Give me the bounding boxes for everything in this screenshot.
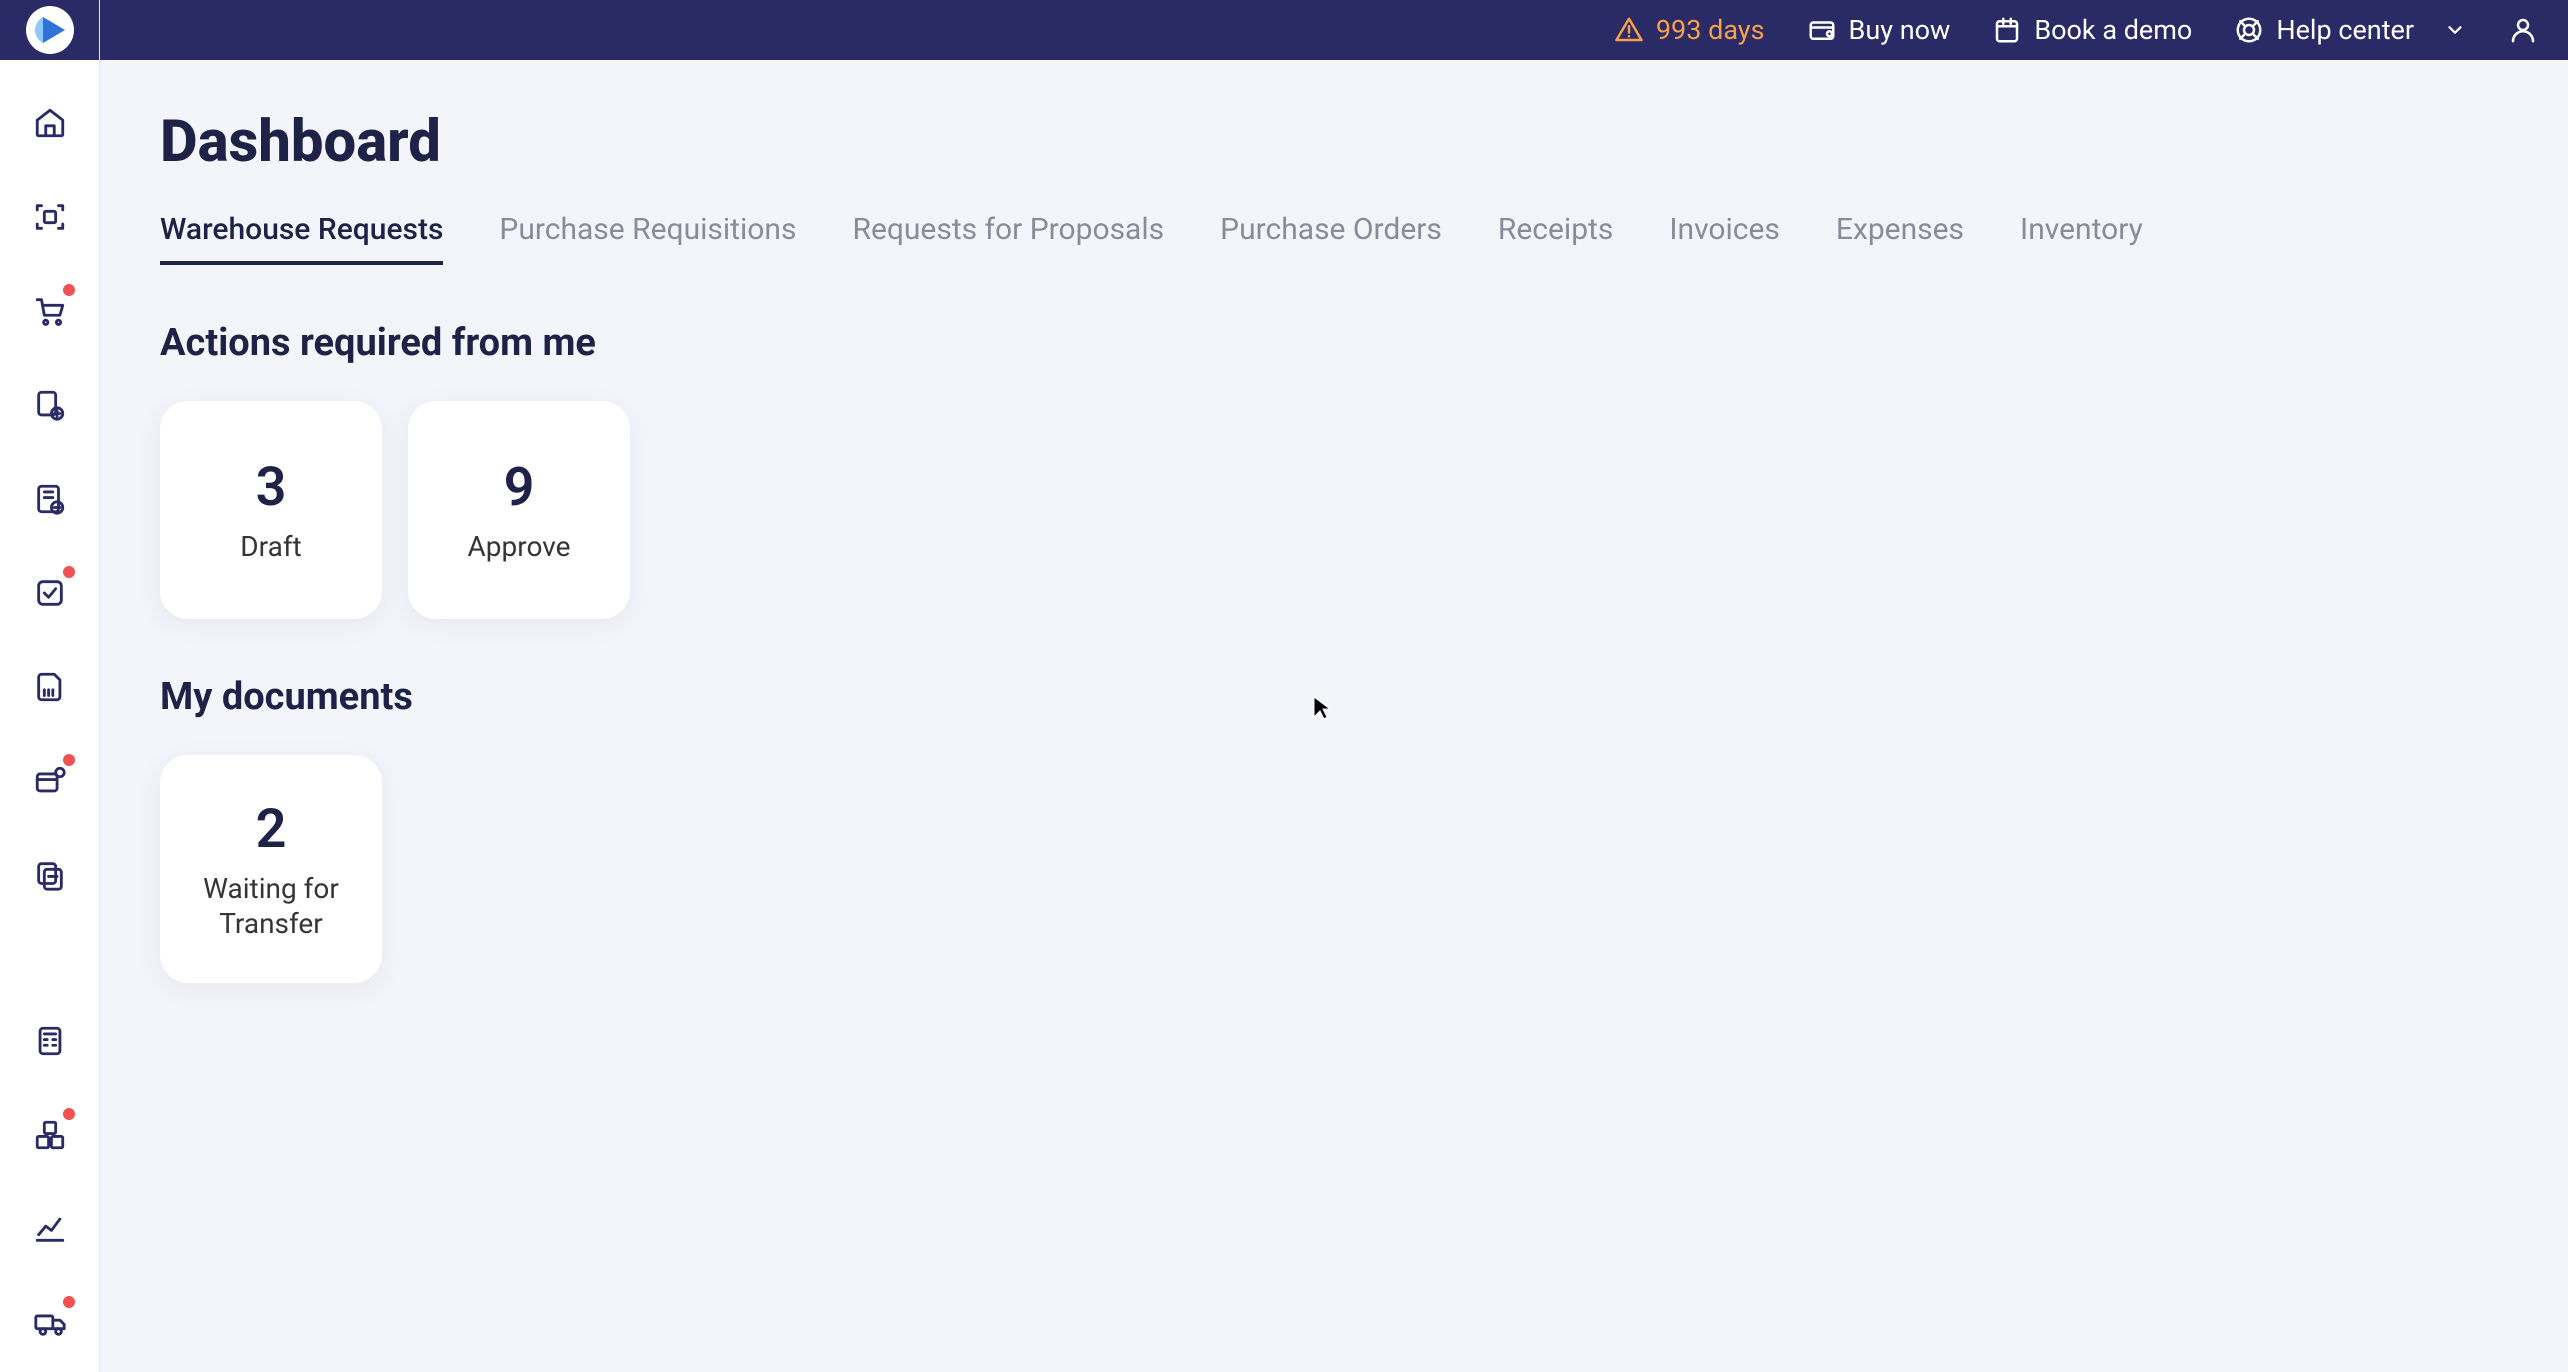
help-center-label: Help center — [2276, 14, 2414, 46]
sidebar-item-scan[interactable] — [27, 194, 73, 240]
user-icon — [2508, 15, 2538, 45]
sidebar-item-barcode-doc[interactable] — [27, 476, 73, 522]
main-content: Dashboard Warehouse Requests Purchase Re… — [100, 60, 2568, 1372]
tab-receipts[interactable]: Receipts — [1498, 212, 1613, 265]
card-label: Waiting for Transfer — [178, 871, 364, 941]
top-header: 993 days Buy now Book a demo Help center — [0, 0, 2568, 60]
action-cards: 3 Draft 9 Approve — [160, 401, 2508, 619]
notification-dot — [63, 1108, 75, 1120]
home-icon — [33, 106, 67, 140]
help-center-button[interactable]: Help center — [2234, 14, 2466, 46]
sidebar-item-calc[interactable] — [27, 1018, 73, 1064]
notification-dot — [63, 566, 75, 578]
tab-inventory[interactable]: Inventory — [2020, 212, 2143, 265]
sidebar-item-home[interactable] — [27, 100, 73, 146]
trial-warning[interactable]: 993 days — [1614, 14, 1765, 46]
tab-expenses[interactable]: Expenses — [1836, 212, 1964, 265]
file-barcode-icon — [33, 670, 67, 704]
book-demo-button[interactable]: Book a demo — [1992, 14, 2192, 46]
chart-line-icon — [33, 1212, 67, 1246]
calc-icon — [33, 1024, 67, 1058]
card-count: 3 — [256, 456, 287, 519]
tabs-row: Warehouse Requests Purchase Requisitions… — [160, 212, 2508, 265]
sidebar-item-package-doc[interactable] — [27, 758, 73, 804]
sidebar — [0, 0, 100, 1372]
doc-money-icon — [33, 388, 67, 422]
tab-requests-for-proposals[interactable]: Requests for Proposals — [852, 212, 1164, 265]
truck-icon — [33, 1306, 67, 1340]
documents-section-title: My documents — [160, 675, 2508, 719]
sidebar-item-truck[interactable] — [27, 1300, 73, 1346]
scan-icon — [33, 200, 67, 234]
sidebar-item-doc-money[interactable] — [27, 382, 73, 428]
card-draft[interactable]: 3 Draft — [160, 401, 382, 619]
card-approve[interactable]: 9 Approve — [408, 401, 630, 619]
book-demo-label: Book a demo — [2034, 14, 2192, 46]
card-label: Approve — [468, 529, 571, 564]
lifebuoy-icon — [2234, 15, 2264, 45]
actions-section-title: Actions required from me — [160, 321, 2508, 365]
cart-icon — [33, 294, 67, 328]
user-menu-button[interactable] — [2508, 15, 2538, 45]
buy-now-label: Buy now — [1849, 14, 1951, 46]
tab-warehouse-requests[interactable]: Warehouse Requests — [160, 212, 443, 265]
notification-dot — [63, 284, 75, 296]
app-logo[interactable] — [0, 0, 99, 60]
notification-dot — [63, 754, 75, 766]
tab-invoices[interactable]: Invoices — [1669, 212, 1780, 265]
sidebar-item-receipt-stack[interactable] — [27, 852, 73, 898]
sidebar-item-checkbox[interactable] — [27, 570, 73, 616]
tab-purchase-orders[interactable]: Purchase Orders — [1220, 212, 1442, 265]
chevron-down-icon — [2444, 19, 2466, 41]
receipt-stack-icon — [33, 858, 67, 892]
card-waiting-for-transfer[interactable]: 2 Waiting for Transfer — [160, 755, 382, 983]
card-icon — [1807, 15, 1837, 45]
buy-now-button[interactable]: Buy now — [1807, 14, 1951, 46]
calendar-icon — [1992, 15, 2022, 45]
sidebar-item-chart[interactable] — [27, 1206, 73, 1252]
notification-dot — [63, 1296, 75, 1308]
trial-days-text: 993 days — [1656, 14, 1765, 46]
warning-icon — [1614, 15, 1644, 45]
sidebar-item-cart[interactable] — [27, 288, 73, 334]
sidebar-item-boxes[interactable] — [27, 1112, 73, 1158]
tab-purchase-requisitions[interactable]: Purchase Requisitions — [499, 212, 796, 265]
boxes-icon — [33, 1118, 67, 1152]
card-count: 9 — [504, 456, 535, 519]
sidebar-item-file-barcode[interactable] — [27, 664, 73, 710]
package-doc-icon — [33, 764, 67, 798]
page-title: Dashboard — [160, 108, 2508, 176]
document-cards: 2 Waiting for Transfer — [160, 755, 2508, 983]
check-box-icon — [33, 576, 67, 610]
card-count: 2 — [256, 798, 287, 861]
barcode-doc-icon — [33, 482, 67, 516]
card-label: Draft — [240, 529, 301, 564]
sidebar-nav — [27, 100, 73, 1346]
